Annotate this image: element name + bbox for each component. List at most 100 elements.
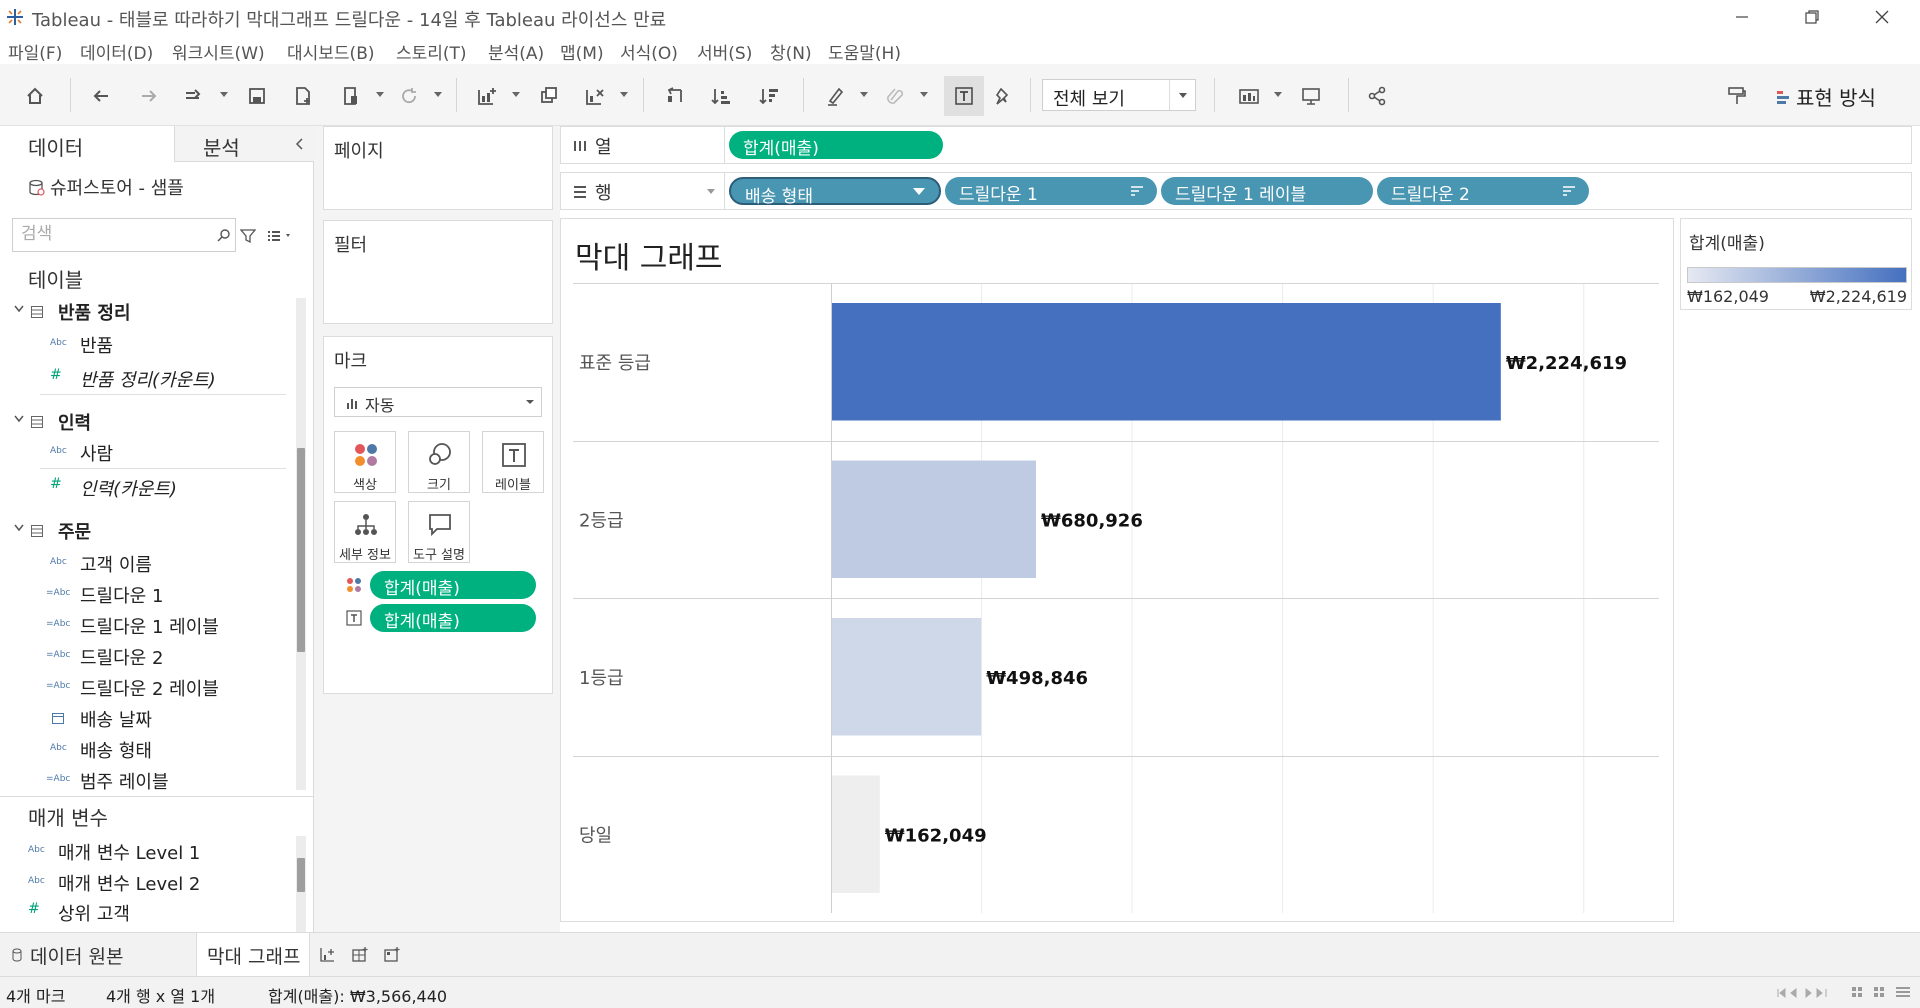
field-item[interactable]: Abc 고객 이름 bbox=[0, 548, 290, 578]
chevron-down-icon[interactable] bbox=[14, 524, 24, 532]
parameter-item[interactable]: Abc 매개 변수 Level 1 bbox=[0, 836, 290, 866]
restore-button[interactable] bbox=[1782, 0, 1842, 34]
show-mark-labels-icon[interactable] bbox=[944, 76, 984, 116]
menu-format[interactable]: 서식(O) bbox=[620, 39, 678, 64]
sort-descending-icon[interactable] bbox=[756, 83, 782, 109]
duplicate-icon[interactable] bbox=[536, 83, 562, 109]
menu-worksheet[interactable]: 워크시트(W) bbox=[172, 39, 265, 64]
menu-dashboard[interactable]: 대시보드(B) bbox=[287, 39, 375, 64]
search-icon[interactable] bbox=[217, 228, 231, 242]
columns-pill[interactable]: 합계(매출) bbox=[729, 131, 943, 159]
rows-pill-drilldown-1-label[interactable]: 드릴다운 1 레이블 bbox=[1161, 177, 1373, 205]
color-legend[interactable]: 합계(매출) ₩162,049 ₩2,224,619 bbox=[1680, 218, 1912, 310]
swap-axes-icon[interactable] bbox=[662, 83, 688, 109]
pages-card[interactable]: 페이지 bbox=[323, 126, 553, 210]
chevron-down-icon[interactable] bbox=[913, 188, 925, 195]
parameters-scrollbar[interactable] bbox=[296, 836, 306, 932]
redo-icon[interactable] bbox=[136, 83, 162, 109]
label-button[interactable]: 레이블 bbox=[482, 431, 544, 493]
field-item[interactable]: =Abc 드릴다운 1 레이블 bbox=[0, 610, 290, 640]
view-options-icon[interactable] bbox=[268, 230, 294, 242]
tab-sheet-active[interactable]: 막대 그래프 bbox=[196, 933, 310, 977]
menu-file[interactable]: 파일(F) bbox=[8, 39, 62, 64]
field-item[interactable]: Abc 반품 bbox=[0, 329, 290, 359]
field-item[interactable]: Abc 사람 bbox=[0, 437, 290, 467]
field-item[interactable]: =Abc 드릴다운 2 레이블 bbox=[0, 672, 290, 702]
chevron-down-icon[interactable] bbox=[14, 415, 24, 423]
scrollbar-thumb[interactable] bbox=[297, 858, 305, 892]
highlight-icon[interactable] bbox=[822, 83, 848, 109]
group-members-icon[interactable] bbox=[882, 83, 908, 109]
minimize-button[interactable] bbox=[1712, 0, 1772, 34]
size-button[interactable]: 크기 bbox=[408, 431, 470, 493]
parameter-item[interactable]: # 상위 고객 bbox=[0, 897, 290, 927]
columns-shelf[interactable]: 열 합계(매출) bbox=[560, 126, 1912, 164]
share-icon[interactable] bbox=[1364, 83, 1390, 109]
marks-pill-color[interactable]: 합계(매출) bbox=[370, 571, 536, 599]
detail-button[interactable]: 세부 정보 bbox=[334, 501, 396, 563]
field-item[interactable]: 배송 날짜 bbox=[0, 703, 290, 733]
show-me-button[interactable]: 표현 방식 bbox=[1776, 82, 1876, 111]
menu-server[interactable]: 서버(S) bbox=[697, 39, 752, 64]
new-dashboard-icon[interactable] bbox=[352, 947, 368, 963]
chevron-down-icon[interactable] bbox=[707, 189, 715, 194]
parameter-item[interactable]: Abc 매개 변수 Level 2 bbox=[0, 867, 290, 897]
rows-pill-drilldown-2[interactable]: 드릴다운 2 bbox=[1377, 177, 1589, 205]
filters-card[interactable]: 필터 bbox=[323, 220, 553, 324]
menu-data[interactable]: 데이터(D) bbox=[80, 39, 153, 64]
home-icon[interactable] bbox=[22, 83, 48, 109]
field-item[interactable]: =Abc 드릴다운 2 bbox=[0, 641, 290, 671]
show-cards-icon[interactable] bbox=[1236, 83, 1262, 109]
marks-pill-label[interactable]: 합계(매출) bbox=[370, 604, 536, 632]
tab-data[interactable]: 데이터 bbox=[0, 126, 174, 162]
field-item[interactable]: =Abc 범주 레이블 bbox=[0, 765, 290, 795]
field-item[interactable]: # 인력(카운트) bbox=[0, 472, 290, 502]
filter-icon[interactable] bbox=[240, 228, 256, 244]
tab-analysis[interactable]: 분석 bbox=[174, 126, 314, 162]
tooltip-button[interactable]: 도구 설명 bbox=[408, 501, 470, 563]
search-input[interactable] bbox=[21, 224, 211, 244]
rows-pill-drilldown-1[interactable]: 드릴다운 1 bbox=[945, 177, 1157, 205]
field-item[interactable]: # 반품 정리(카운트) bbox=[0, 363, 290, 393]
table-group[interactable]: 인력 bbox=[0, 407, 290, 437]
refresh-icon[interactable] bbox=[396, 83, 422, 109]
sheet-navigation-icon[interactable] bbox=[1776, 987, 1830, 999]
chevron-down-icon[interactable] bbox=[1169, 80, 1195, 110]
fit-view-select[interactable]: 전체 보기 bbox=[1042, 79, 1196, 111]
new-data-source-icon[interactable] bbox=[290, 83, 316, 109]
fix-axes-icon[interactable] bbox=[990, 83, 1016, 109]
field-item[interactable]: =Abc 드릴다운 1 bbox=[0, 579, 290, 609]
presentation-mode-icon[interactable] bbox=[1298, 83, 1324, 109]
menu-map[interactable]: 맵(M) bbox=[560, 39, 604, 64]
field-item[interactable]: Abc 배송 형태 bbox=[0, 734, 290, 764]
tables-scrollbar[interactable] bbox=[296, 298, 306, 790]
redirect-icon[interactable] bbox=[181, 83, 207, 109]
rows-shelf[interactable]: 행 배송 형태 드릴다운 1 드릴다운 1 레이블 드릴다운 2 bbox=[560, 172, 1912, 210]
sheet-view-toggle-icon[interactable] bbox=[1852, 985, 1914, 1001]
tab-data-source[interactable]: 데이터 원본 bbox=[0, 933, 194, 977]
new-worksheet-icon[interactable] bbox=[474, 83, 500, 109]
sort-ascending-icon[interactable] bbox=[708, 83, 734, 109]
table-group[interactable]: 반품 정리 bbox=[0, 297, 290, 327]
pause-updates-icon[interactable] bbox=[338, 83, 364, 109]
chevron-down-icon[interactable] bbox=[14, 305, 24, 313]
save-icon[interactable] bbox=[244, 83, 270, 109]
new-story-icon[interactable] bbox=[384, 947, 400, 963]
collapse-pane-icon[interactable] bbox=[295, 138, 305, 150]
close-button[interactable] bbox=[1852, 0, 1912, 34]
menu-analysis[interactable]: 분석(A) bbox=[488, 39, 544, 64]
mark-type-select[interactable]: 자동 bbox=[334, 387, 542, 417]
color-button[interactable]: 색상 bbox=[334, 431, 396, 493]
chevron-down-icon[interactable] bbox=[525, 399, 535, 405]
menu-window[interactable]: 창(N) bbox=[770, 39, 812, 64]
scrollbar-thumb[interactable] bbox=[297, 448, 305, 652]
new-worksheet-icon[interactable] bbox=[320, 947, 336, 963]
clear-sheet-icon[interactable] bbox=[582, 83, 608, 109]
paint-roller-icon[interactable] bbox=[1724, 83, 1750, 109]
menu-help[interactable]: 도움말(H) bbox=[828, 39, 901, 64]
menu-story[interactable]: 스토리(T) bbox=[396, 39, 467, 64]
undo-icon[interactable] bbox=[88, 83, 114, 109]
rows-pill-ship-mode[interactable]: 배송 형태 bbox=[729, 177, 941, 207]
table-group[interactable]: 주문 bbox=[0, 516, 290, 546]
datasource-item[interactable]: 슈퍼스토어 - 샘플 bbox=[28, 174, 184, 200]
